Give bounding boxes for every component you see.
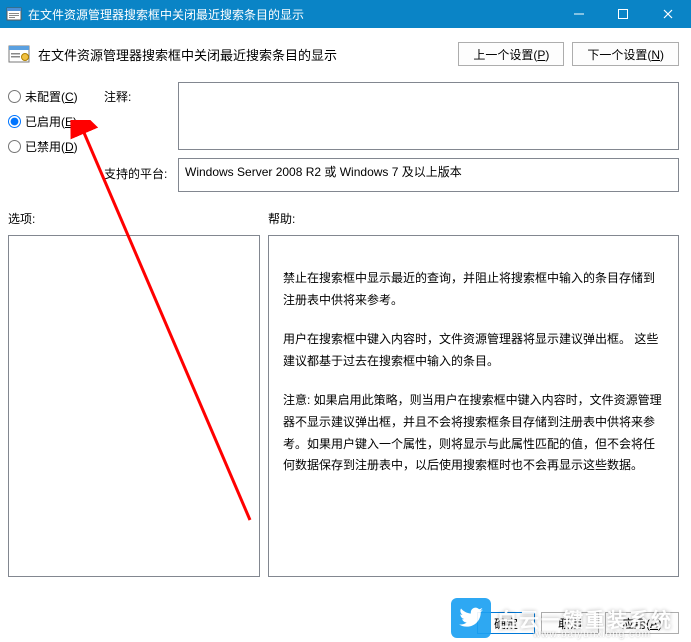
maximize-button[interactable] [601,0,645,28]
minimize-button[interactable] [557,0,601,28]
fields-column: Windows Server 2008 R2 或 Windows 7 及以上版本 [178,80,679,192]
labels-column: 注释: 支持的平台: [104,80,174,192]
cancel-button[interactable]: 取消 [541,612,599,634]
section-labels-row: 选项: 帮助: [0,192,691,231]
help-paragraph-1: 禁止在搜索框中显示最近的查询，并阻止将搜索框中输入的条目存储到注册表中供将来参考… [283,268,664,311]
help-paragraph-3: 注意: 如果启用此策略，则当用户在搜索框中键入内容时，文件资源管理器不显示建议弹… [283,390,664,476]
radio-disabled-input[interactable] [8,140,21,153]
comment-label: 注释: [104,88,174,105]
apply-button[interactable]: 应用(A) [605,612,679,634]
close-button[interactable] [645,0,691,28]
radio-disabled-label: 已禁用(D) [25,138,78,155]
window-titlebar: 在文件资源管理器搜索框中关闭最近搜索条目的显示 [0,0,691,28]
radio-enabled[interactable]: 已启用(E) [8,113,100,130]
options-label: 选项: [8,210,268,227]
radio-not-configured[interactable]: 未配置(C) [8,88,100,105]
comment-textarea[interactable] [178,82,679,150]
header-row: 在文件资源管理器搜索框中关闭最近搜索条目的显示 上一个设置(P) 下一个设置(N… [0,28,691,74]
radio-enabled-label: 已启用(E) [25,113,77,130]
state-radios: 未配置(C) 已启用(E) 已禁用(D) [8,80,100,192]
prev-setting-button[interactable]: 上一个设置(P) [458,42,564,66]
help-paragraph-2: 用户在搜索框中键入内容时，文件资源管理器将显示建议弹出框。 这些建议都基于过去在… [283,329,664,372]
options-panel[interactable] [8,235,260,577]
window-controls [557,0,691,28]
app-icon [6,6,22,22]
platform-label: 支持的平台: [104,165,174,182]
radio-disabled[interactable]: 已禁用(D) [8,138,100,155]
radio-enabled-input[interactable] [8,115,21,128]
radio-not-configured-label: 未配置(C) [25,88,78,105]
help-panel[interactable]: 禁止在搜索框中显示最近的查询，并阻止将搜索框中输入的条目存储到注册表中供将来参考… [268,235,679,577]
help-label: 帮助: [268,210,679,227]
policy-title: 在文件资源管理器搜索框中关闭最近搜索条目的显示 [38,45,450,64]
supported-platform-text: Windows Server 2008 R2 或 Windows 7 及以上版本 [185,165,462,179]
ok-button[interactable]: 确定 [477,612,535,634]
config-section: 未配置(C) 已启用(E) 已禁用(D) 注释: 支持的平台: Windows … [0,74,691,192]
policy-icon [8,43,30,65]
supported-platform-box: Windows Server 2008 R2 或 Windows 7 及以上版本 [178,158,679,192]
dialog-buttons: 确定 取消 应用(A) [477,612,679,634]
radio-not-configured-input[interactable] [8,90,21,103]
window-title: 在文件资源管理器搜索框中关闭最近搜索条目的显示 [28,6,557,23]
next-setting-button[interactable]: 下一个设置(N) [572,42,679,66]
panels-row: 禁止在搜索框中显示最近的查询，并阻止将搜索框中输入的条目存储到注册表中供将来参考… [0,231,691,577]
